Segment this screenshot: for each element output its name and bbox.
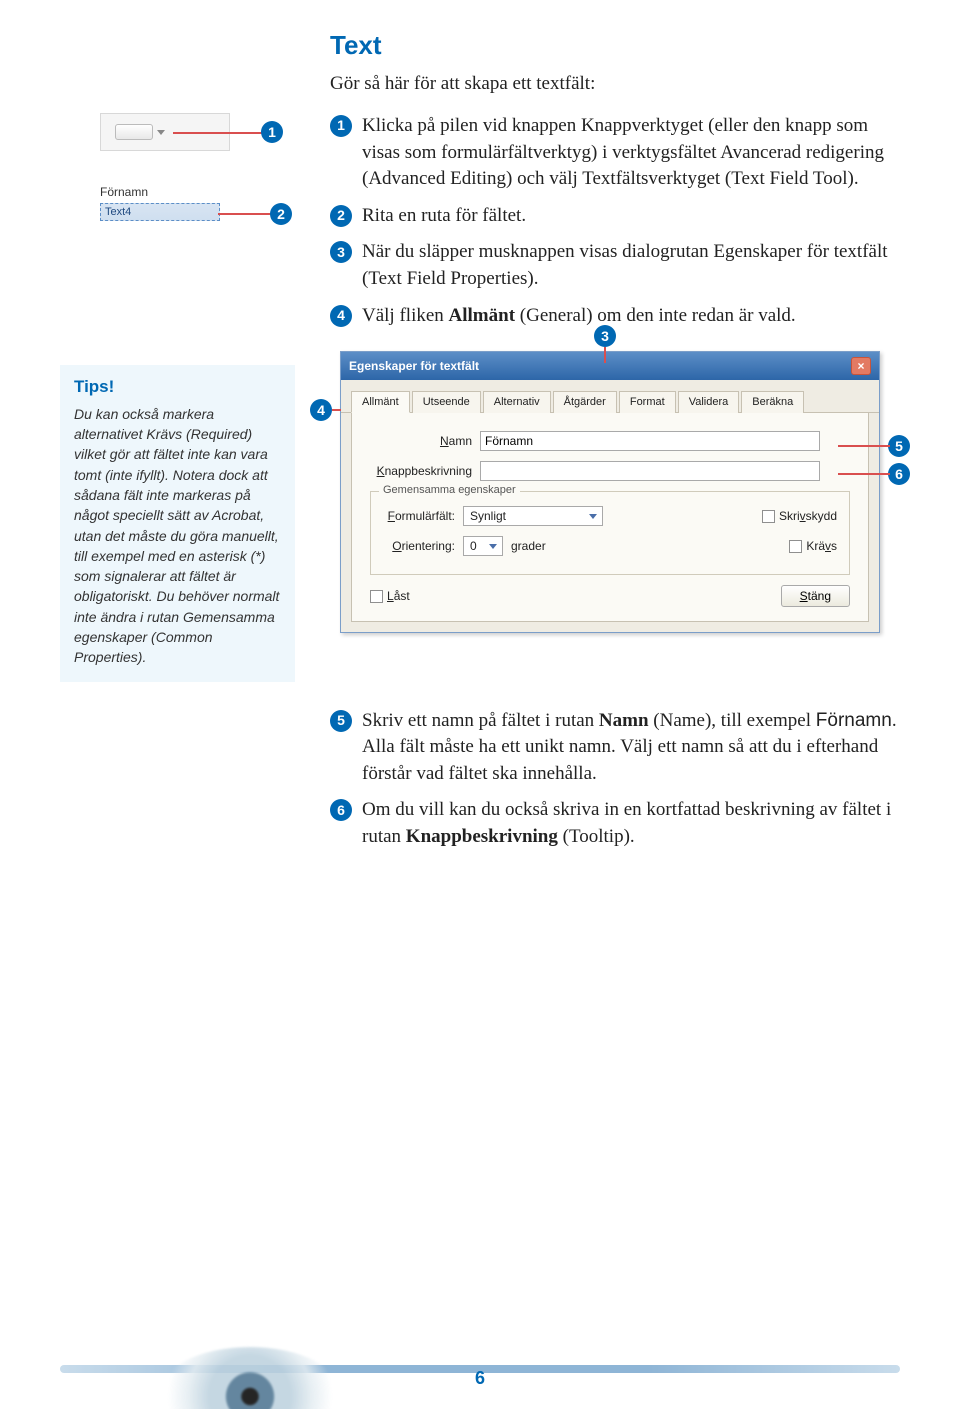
toolbar-illustration: 1 [100,113,230,151]
step-1: 1 Klicka på pilen vid knappen Knappverkt… [330,113,900,193]
formfield-label: Formulärfält: [383,509,463,523]
group-legend: Gemensamma egenskaper [379,484,520,496]
section-title: Text [330,30,900,61]
tab-general[interactable]: Allmänt [351,391,410,413]
step-3-text: När du släpper musknappen visas dialogru… [362,239,900,292]
step-4-text: Välj fliken Allmänt (General) om den int… [362,303,796,330]
field-illustration: Förnamn Text4 2 [100,185,270,221]
page-number: 6 [0,1368,960,1389]
checkbox-icon [370,590,383,603]
close-icon[interactable]: × [851,357,871,375]
tooltip-field[interactable] [480,461,820,481]
close-button[interactable]: Stäng [781,585,850,607]
step-number-3: 3 [330,241,352,263]
callout-3: 3 [594,325,616,347]
callout-2: 2 [270,203,292,225]
tab-validate[interactable]: Validera [678,391,740,413]
formfield-select[interactable]: Synligt [463,506,603,526]
step-2-text: Rita en ruta för fältet. [362,203,526,230]
checkbox-icon [762,510,775,523]
name-field[interactable] [480,431,820,451]
step-number-6: 6 [330,799,352,821]
step-5: 5 Skriv ett namn på fältet i rutan Namn … [330,708,900,788]
tooltip-field-label: Knappbeskrivning [370,464,480,478]
tips-title: Tips! [74,375,281,400]
page-footer: 6 [0,1329,960,1409]
step-number-5: 5 [330,710,352,732]
field-label: Förnamn [100,185,270,199]
tab-actions[interactable]: Åtgärder [553,391,617,413]
step-3: 3 När du släpper musknappen visas dialog… [330,239,900,292]
orientation-unit: grader [511,539,546,553]
tips-body: Du kan också markera alternativet Krävs … [74,404,281,668]
tab-options[interactable]: Alternativ [483,391,551,413]
dropdown-arrow-icon [157,130,165,135]
step-2: 2 Rita en ruta för fältet. [330,203,900,230]
callout-6: 6 [888,463,910,485]
common-properties-group: Gemensamma egenskaper Formulärfält: Synl… [370,491,850,575]
tips-box: Tips! Du kan också markera alternativet … [60,365,295,682]
checkbox-icon [789,540,802,553]
orientation-select[interactable]: 0 [463,536,503,556]
step-1-text: Klicka på pilen vid knappen Knappverktyg… [362,113,900,193]
tab-format[interactable]: Format [619,391,676,413]
step-number-4: 4 [330,305,352,327]
dialog-title: Egenskaper för textfält [349,359,479,373]
callout-4: 4 [310,399,332,421]
tab-appearance[interactable]: Utseende [412,391,481,413]
text-field-preview: Text4 [100,203,220,221]
locked-checkbox[interactable]: Låst [370,589,410,603]
field-placeholder: Text4 [105,206,131,218]
tab-calculate[interactable]: Beräkna [741,391,804,413]
step-number-2: 2 [330,205,352,227]
orientation-label: Orientering: [383,539,463,553]
properties-dialog: Egenskaper för textfält × Allmänt Utseen… [340,351,880,633]
required-checkbox[interactable]: Krävs [789,539,837,553]
step-4: 4 Välj fliken Allmänt (General) om den i… [330,303,900,330]
dialog-titlebar[interactable]: Egenskaper för textfält × [341,352,879,380]
name-field-label: Namn [370,434,480,448]
tool-button [115,124,153,140]
step-number-1: 1 [330,115,352,137]
callout-5: 5 [888,435,910,457]
callout-1: 1 [261,121,283,143]
intro-text: Gör så här för att skapa ett textfält: [330,73,900,95]
step-5-text: Skriv ett namn på fältet i rutan Namn (N… [362,708,900,788]
readonly-checkbox[interactable]: Skrivskydd [762,509,837,523]
step-6-text: Om du vill kan du också skriva in en kor… [362,797,900,850]
step-6: 6 Om du vill kan du också skriva in en k… [330,797,900,850]
